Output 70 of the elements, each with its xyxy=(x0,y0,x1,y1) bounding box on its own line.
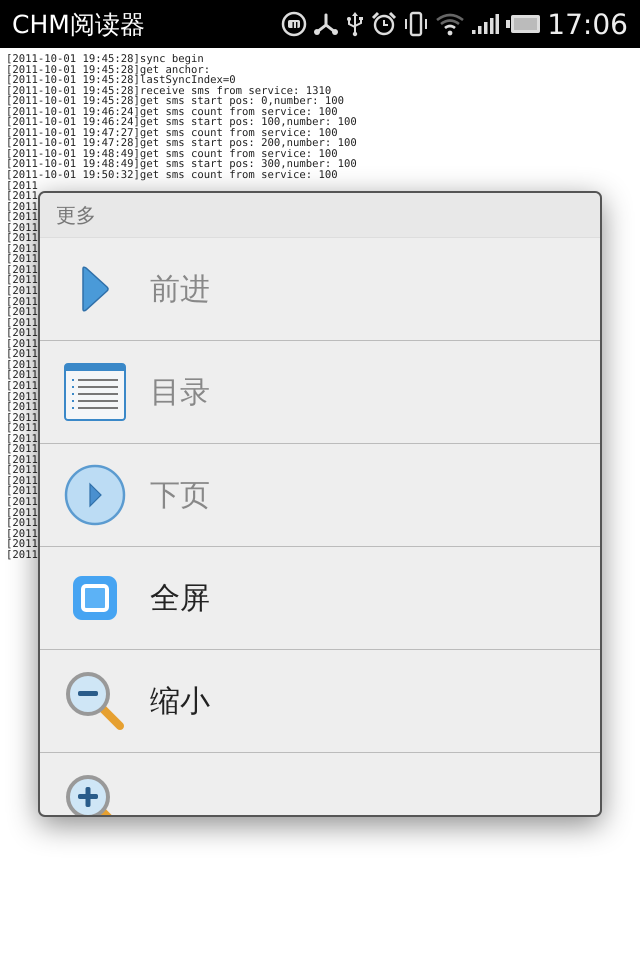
log-line: [2011 xyxy=(6,496,38,508)
share-icon xyxy=(313,11,340,37)
log-line: [2011 xyxy=(6,434,38,444)
play-circle-icon xyxy=(64,464,126,526)
log-line: [2011 xyxy=(6,307,38,318)
menu-item-label: 目录 xyxy=(150,374,210,412)
log-line: [2011 xyxy=(6,518,38,529)
log-line: [2011 xyxy=(6,508,38,518)
log-line: [2011-10-01 19:45:28]get sms start pos: 0,number: 100 xyxy=(6,96,344,107)
log-line: [2011 xyxy=(6,296,38,308)
log-line: [2011 xyxy=(6,318,38,328)
log-line: [2011-10-01 19:45:28]sync begin xyxy=(6,54,204,65)
notification-icon xyxy=(281,11,308,37)
log-line: [2011 xyxy=(6,486,38,497)
log-line: [2011 xyxy=(6,402,38,413)
log-line: [2011 xyxy=(6,275,38,286)
log-line: [2011 xyxy=(6,454,38,466)
alarm-icon xyxy=(371,11,398,37)
log-line: [2011 xyxy=(6,423,38,434)
list-window-icon xyxy=(64,363,126,421)
log-line: [2011-10-01 19:48:49]get sms count from service: 100 xyxy=(6,148,338,160)
log-line: [2011 xyxy=(6,222,38,234)
log-line: [2011 xyxy=(6,539,38,550)
menu-item[interactable]: 全屏 xyxy=(40,547,600,650)
dialog-title: 更多 xyxy=(40,193,600,238)
log-line: [2011 xyxy=(6,233,38,244)
log-line: [2011 xyxy=(6,338,38,350)
zoom-out-icon xyxy=(64,670,126,732)
log-line: [2011 xyxy=(6,202,38,212)
menu-item-label: 前进 xyxy=(150,270,210,308)
log-line: [2011-10-01 19:47:28]get sms start pos: 200,number: 100 xyxy=(6,138,357,149)
log-line: [2011-10-01 19:47:27]get sms count from service: 100 xyxy=(6,128,338,138)
log-line: [2011 xyxy=(6,212,38,223)
menu-item[interactable]: 缩小 xyxy=(40,650,600,753)
wifi-icon xyxy=(435,11,466,37)
log-line: [2011 xyxy=(6,244,38,254)
vibrate-icon xyxy=(403,11,430,37)
log-line: [2011-10-01 19:45:28]lastSyncIndex=0 xyxy=(6,75,236,86)
log-line: [2011 xyxy=(6,360,38,370)
menu-item-label: 缩小 xyxy=(150,682,210,720)
log-line: [2011 xyxy=(6,412,38,424)
log-line: [2011-10-01 19:45:28]receive sms from service: 1310 xyxy=(6,86,332,96)
log-line: [2011 xyxy=(6,392,38,402)
signal-icon xyxy=(471,11,500,37)
log-line: [2011 xyxy=(6,254,38,265)
log-line: [2011 xyxy=(6,528,38,540)
log-line: [2011 xyxy=(6,465,38,476)
log-line: [2011-10-01 19:48:49]get sms start pos: 300,number: 100 xyxy=(6,159,357,170)
log-line: [2011-10-01 19:50:32]get sms count from service: 100 xyxy=(6,170,338,181)
usb-icon xyxy=(345,11,366,37)
square-icon xyxy=(72,575,118,621)
log-line: [2011-10-01 19:46:24]get sms start pos: 100,number: 100 xyxy=(6,117,357,128)
log-line: [2011 xyxy=(6,191,38,202)
log-line: [2011 xyxy=(6,180,38,192)
log-line: [2011 xyxy=(6,370,38,381)
log-line: [2011 xyxy=(6,328,38,339)
log-line: [2011 xyxy=(6,264,38,276)
clock: 17:06 xyxy=(547,8,628,40)
menu-item-label: 下页 xyxy=(150,476,210,514)
log-line: [2011 xyxy=(6,349,38,360)
menu-item-label: 全屏 xyxy=(150,580,210,618)
app-title: CHM阅读器 xyxy=(12,8,146,40)
log-line: [2011-10-01 19:45:28]get anchor: xyxy=(6,64,210,76)
log-line: [2011-10-01 19:46:24]get sms count from service: 100 xyxy=(6,106,338,118)
log-line: [2011 xyxy=(6,286,38,297)
log-line: [2011 xyxy=(6,550,38,560)
log-line: [2011 xyxy=(6,476,38,486)
play-arrow-icon xyxy=(80,265,110,313)
log-line: [2011 xyxy=(6,380,38,392)
log-line: [2011 xyxy=(6,444,38,455)
